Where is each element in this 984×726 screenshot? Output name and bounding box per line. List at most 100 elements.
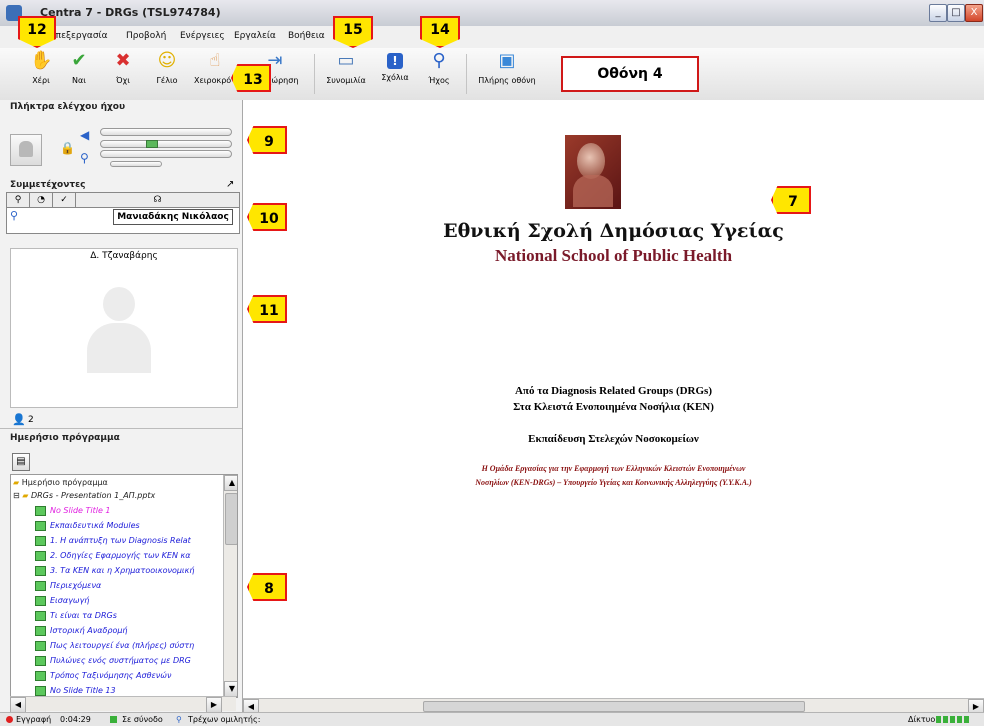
tree-horizontal-scrollbar[interactable]: ◀ ▶ (10, 696, 236, 713)
callout-10: 10 (247, 203, 287, 231)
toolbar-separator (466, 54, 467, 94)
tree-slide-item[interactable]: No Slide Title 1 (35, 503, 111, 518)
slide-scroll-thumb[interactable] (423, 701, 805, 712)
tree-slide-label: Τι είναι τα DRGs (50, 611, 117, 620)
mic-column-icon[interactable]: ⚲ (7, 193, 30, 208)
chat-button[interactable]: ▭ Συνομιλία (322, 50, 370, 85)
menu-help[interactable]: Βοήθεια (288, 31, 325, 41)
record-label: Εγγραφή (16, 715, 52, 724)
scroll-down-button[interactable]: ▼ (224, 681, 237, 697)
raise-hand-icon: ✋ (30, 50, 53, 71)
tree-slide-label: Πως λειτουργεί ένα (πλήρες) σύστη (50, 641, 195, 650)
applause-icon: ☝ (209, 50, 221, 71)
audio-controls-header: Πλήκτρα ελέγχου ήχου (10, 102, 126, 112)
slide-icon (35, 595, 46, 606)
tree-slide-item[interactable]: 1. Η ανάπτυξη των Diagnosis Relat (35, 533, 191, 548)
fullscreen-button[interactable]: ▣ Πλήρης οθόνη (474, 50, 540, 85)
avatar-silhouette (87, 287, 151, 373)
close-button[interactable]: X (965, 4, 983, 22)
feedback-icon: ! (387, 53, 403, 69)
tree-slide-label: Εισαγωγή (50, 596, 90, 605)
scroll-right-button[interactable]: ▶ (206, 697, 222, 713)
scroll-up-button[interactable]: ▲ (224, 475, 237, 491)
slide-icon (35, 505, 46, 516)
panel-divider (0, 428, 242, 429)
tree-slide-item[interactable]: Τρόπος Ταξινόμησης Ασθενών (35, 668, 171, 683)
menu-view[interactable]: Προβολή (126, 31, 166, 41)
callout-8: 8 (247, 573, 287, 601)
microphone-volume-slider[interactable] (100, 150, 232, 158)
participants-header: Συμμετέχοντες (10, 180, 86, 190)
menu-tools[interactable]: Εργαλεία (234, 31, 276, 41)
slide-icon (35, 625, 46, 636)
network-label: Δίκτυο: (908, 715, 938, 724)
screen-label: Οθόνη 4 (561, 56, 699, 92)
no-button[interactable]: ✖ Όχι (110, 50, 136, 85)
tree-file[interactable]: ⊟ ▰ DRGs - Presentation 1_ΑΠ.pptx (13, 488, 155, 503)
agenda-tree: ▰ Ημερήσιο πρόγραμμα ⊟ ▰ DRGs - Presenta… (10, 474, 238, 698)
slide-line-3: Εκπαίδευση Στελεχών Νοσοκομείων (528, 433, 699, 445)
fullscreen-icon: ▣ (498, 50, 516, 71)
slide-icon (35, 520, 46, 531)
talk-button[interactable] (10, 134, 42, 166)
raise-hand-button[interactable]: ✋ Χέρι (26, 50, 56, 85)
mic-status-icon: ⚲ (176, 715, 182, 724)
tree-slide-label: No Slide Title 13 (50, 686, 116, 695)
slide-horizontal-scrollbar[interactable]: ◀ ▶ (243, 698, 984, 715)
tree-slide-label: 1. Η ανάπτυξη των Diagnosis Relat (50, 536, 191, 545)
applause-button[interactable]: ☝ Χειροκρότ (192, 50, 238, 85)
name-column-icon[interactable]: ☊ (76, 193, 239, 208)
elapsed-time: 0:04:29 (60, 715, 91, 724)
check-icon: ✔ (71, 50, 87, 71)
callout-11: 11 (247, 295, 287, 323)
slide-icon (35, 670, 46, 681)
slide-line-4: Η Ομάδα Εργασίας για την Εφαρμογή των Ελ… (481, 464, 746, 473)
participant-name[interactable]: Μανιαδάκης Νικόλαος (113, 209, 233, 225)
current-speaker-label: Τρέχων ομιλητής: (188, 715, 261, 724)
tree-slide-item[interactable]: Πυλώνες ενός συστήματος με DRG (35, 653, 191, 668)
menu-edit[interactable]: Επεξεργασία (50, 31, 108, 41)
speaker-volume-slider[interactable] (100, 128, 232, 136)
slide-icon (35, 640, 46, 651)
laugh-button[interactable]: ☺ Γέλιο (150, 50, 184, 85)
tree-slide-item[interactable]: 2. Οδηγίες Εφαρμογής των ΚΕΝ κα (35, 548, 191, 563)
scroll-thumb[interactable] (225, 493, 237, 545)
expand-icon[interactable]: ↗ (226, 179, 234, 190)
maximize-button[interactable]: □ (947, 4, 965, 22)
slide-icon (35, 565, 46, 576)
tree-slide-item[interactable]: Εκπαιδευτικά Modules (35, 518, 140, 533)
minimize-button[interactable]: _ (929, 4, 947, 22)
toolbar: ✋ Χέρι ✔ Ναι ✖ Όχι ☺ Γέλιο ☝ Χειροκρότ ⇥ Αποχώ… (0, 48, 984, 101)
video-panel: Δ. Τζαναβάρης (10, 248, 238, 408)
tree-slide-item[interactable]: Εισαγωγή (35, 593, 89, 608)
tree-slide-item[interactable]: 3. Τα ΚΕΝ και η Χρηματοοικονομική (35, 563, 194, 578)
menu-actions[interactable]: Ενέργειες (180, 31, 225, 41)
callout-13: 13 (231, 64, 271, 92)
toolbar-separator (314, 54, 315, 94)
feedback-button[interactable]: ! Σχόλια (376, 50, 414, 82)
slide-icon (35, 685, 46, 696)
check-column-icon[interactable]: ✓ (53, 193, 76, 208)
tree-slide-item[interactable]: Τι είναι τα DRGs (35, 608, 117, 623)
tree-slide-item[interactable]: Ιστορική Αναδρομή (35, 623, 128, 638)
tree-slide-item[interactable]: Πως λειτουργεί ένα (πλήρες) σύστη (35, 638, 194, 653)
volume-thumb[interactable] (146, 140, 158, 148)
active-mic-icon: ⚲ (10, 209, 19, 222)
tree-slide-label: Τρόπος Ταξινόμησης Ασθενών (50, 671, 172, 680)
audio-button[interactable]: ⚲ Ήχος (422, 50, 456, 85)
tree-vertical-scrollbar[interactable]: ▲ ▼ (223, 475, 237, 697)
slide-line-5: Νοσηλίων (ΚΕΝ-DRGs) – Υπουργείο Υγείας κ… (475, 478, 752, 487)
slide-icon (35, 610, 46, 621)
person-icon (19, 141, 33, 157)
tree-slide-item[interactable]: Περιεχόμενα (35, 578, 101, 593)
yes-button[interactable]: ✔ Ναι (66, 50, 92, 85)
scroll-left-button[interactable]: ◀ (10, 697, 26, 713)
title-bar: Centra 7 - DRGs (TSL974784) _ □ X (0, 0, 984, 27)
network-strength-bars (936, 716, 970, 723)
save-schedule-button[interactable]: ▤ (12, 453, 30, 471)
slide-icon (35, 550, 46, 561)
tree-slide-label: Εκπαιδευτικά Modules (50, 521, 140, 530)
participants-count: 2 (28, 415, 34, 425)
lock-icon: 🔒 (60, 141, 75, 155)
status-column-icon[interactable]: ◔ (30, 193, 53, 208)
